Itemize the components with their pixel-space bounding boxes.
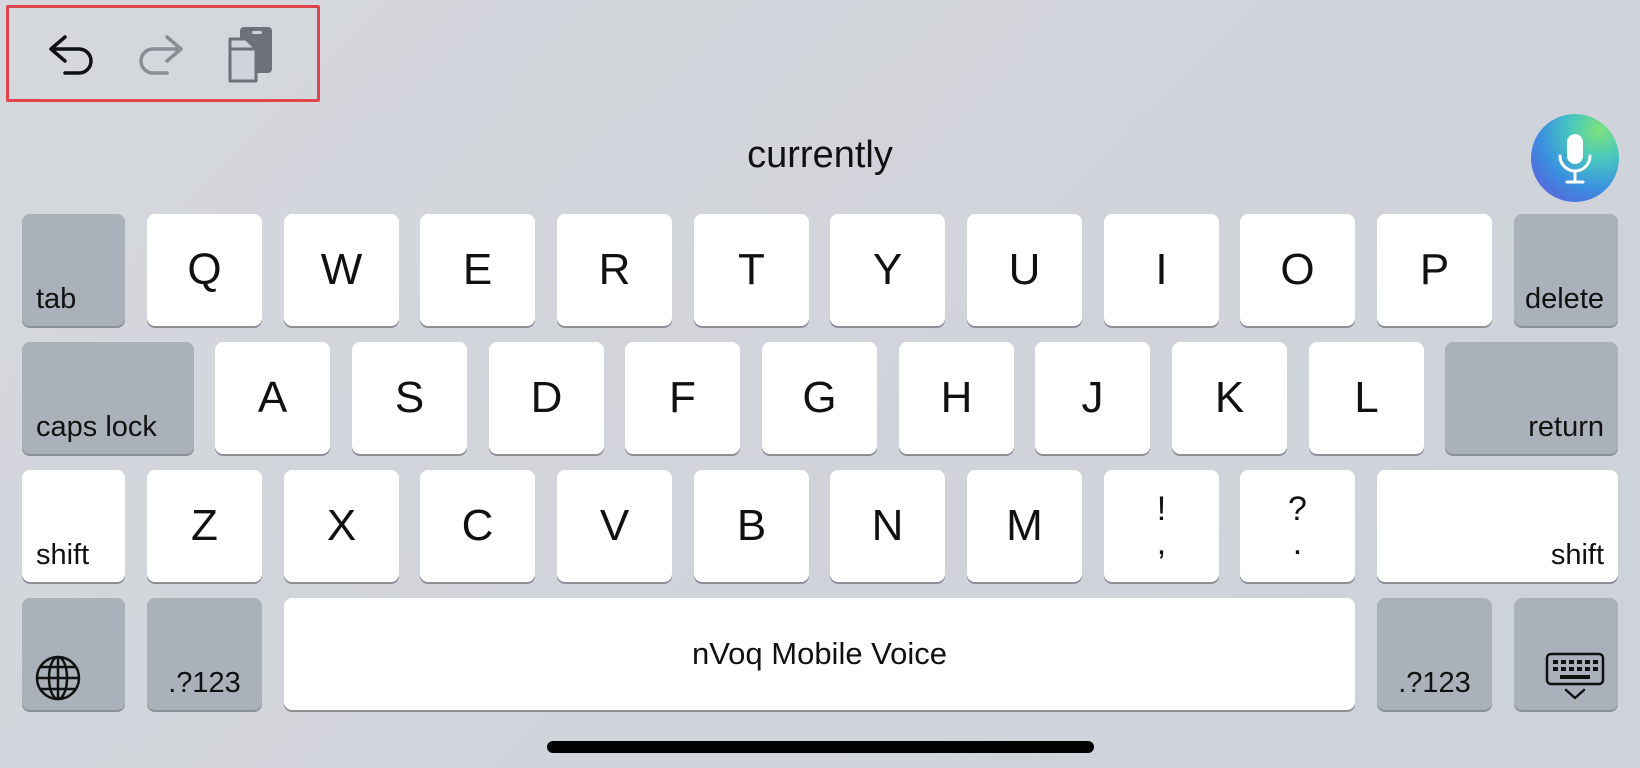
key-question-label: ? — [1288, 490, 1307, 528]
key-period-label: . — [1292, 524, 1303, 562]
key-i[interactable]: I — [1104, 214, 1219, 326]
redo-arrow-icon — [139, 35, 183, 75]
space-bar[interactable]: nVoq Mobile Voice — [284, 598, 1355, 710]
key-exclamation-label: ! — [1156, 490, 1167, 528]
clipboard-paste-icon — [228, 27, 272, 83]
shift-left-key[interactable]: shift — [22, 470, 125, 582]
return-key[interactable]: return — [1445, 342, 1618, 454]
return-key-label: return — [1528, 411, 1604, 443]
key-m[interactable]: M — [967, 470, 1082, 582]
key-s[interactable]: S — [352, 342, 467, 454]
keyboard-dismiss-icon — [1545, 652, 1605, 700]
key-exclamation-comma[interactable]: ! , — [1104, 470, 1219, 582]
numbers-right-key[interactable]: .?123 — [1377, 598, 1492, 710]
key-o[interactable]: O — [1240, 214, 1355, 326]
key-h[interactable]: H — [899, 342, 1014, 454]
key-u[interactable]: U — [967, 214, 1082, 326]
delete-key[interactable]: delete — [1514, 214, 1618, 326]
tab-key[interactable]: tab — [22, 214, 125, 326]
numbers-left-key[interactable]: .?123 — [147, 598, 262, 710]
key-q[interactable]: Q — [147, 214, 262, 326]
redo-button[interactable] — [130, 28, 192, 82]
key-y[interactable]: Y — [830, 214, 945, 326]
key-d[interactable]: D — [489, 342, 604, 454]
key-x[interactable]: X — [284, 470, 399, 582]
delete-key-label: delete — [1524, 283, 1604, 315]
numbers-right-key-label: .?123 — [1398, 667, 1471, 699]
key-g[interactable]: G — [762, 342, 877, 454]
caps-lock-key-label: caps lock — [36, 411, 157, 443]
key-k[interactable]: K — [1172, 342, 1287, 454]
key-t[interactable]: T — [694, 214, 809, 326]
key-n[interactable]: N — [830, 470, 945, 582]
key-e[interactable]: E — [420, 214, 535, 326]
paste-button[interactable] — [220, 22, 280, 86]
key-v[interactable]: V — [557, 470, 672, 582]
caps-lock-key[interactable]: caps lock — [22, 342, 194, 454]
home-indicator — [547, 741, 1094, 753]
key-question-period[interactable]: ? . — [1240, 470, 1355, 582]
key-w[interactable]: W — [284, 214, 399, 326]
key-z[interactable]: Z — [147, 470, 262, 582]
microphone-icon — [1558, 134, 1592, 184]
shift-right-key-label: shift — [1550, 539, 1604, 571]
globe-key[interactable] — [22, 598, 125, 710]
numbers-left-key-label: .?123 — [168, 667, 241, 699]
undo-button[interactable] — [40, 28, 102, 82]
key-p[interactable]: P — [1377, 214, 1492, 326]
key-l[interactable]: L — [1309, 342, 1424, 454]
key-r[interactable]: R — [557, 214, 672, 326]
shift-left-key-label: shift — [36, 539, 90, 571]
shift-right-key[interactable]: shift — [1377, 470, 1618, 582]
tab-key-label: tab — [36, 283, 77, 315]
globe-icon — [35, 655, 81, 701]
key-a[interactable]: A — [215, 342, 330, 454]
key-comma-label: , — [1156, 524, 1167, 562]
key-c[interactable]: C — [420, 470, 535, 582]
key-f[interactable]: F — [625, 342, 740, 454]
undo-arrow-icon — [49, 35, 93, 75]
dismiss-keyboard-key[interactable] — [1514, 598, 1618, 710]
key-j[interactable]: J — [1035, 342, 1150, 454]
word-suggestion[interactable]: currently — [0, 134, 1640, 177]
key-b[interactable]: B — [694, 470, 809, 582]
voice-dictation-button[interactable] — [1531, 114, 1619, 202]
